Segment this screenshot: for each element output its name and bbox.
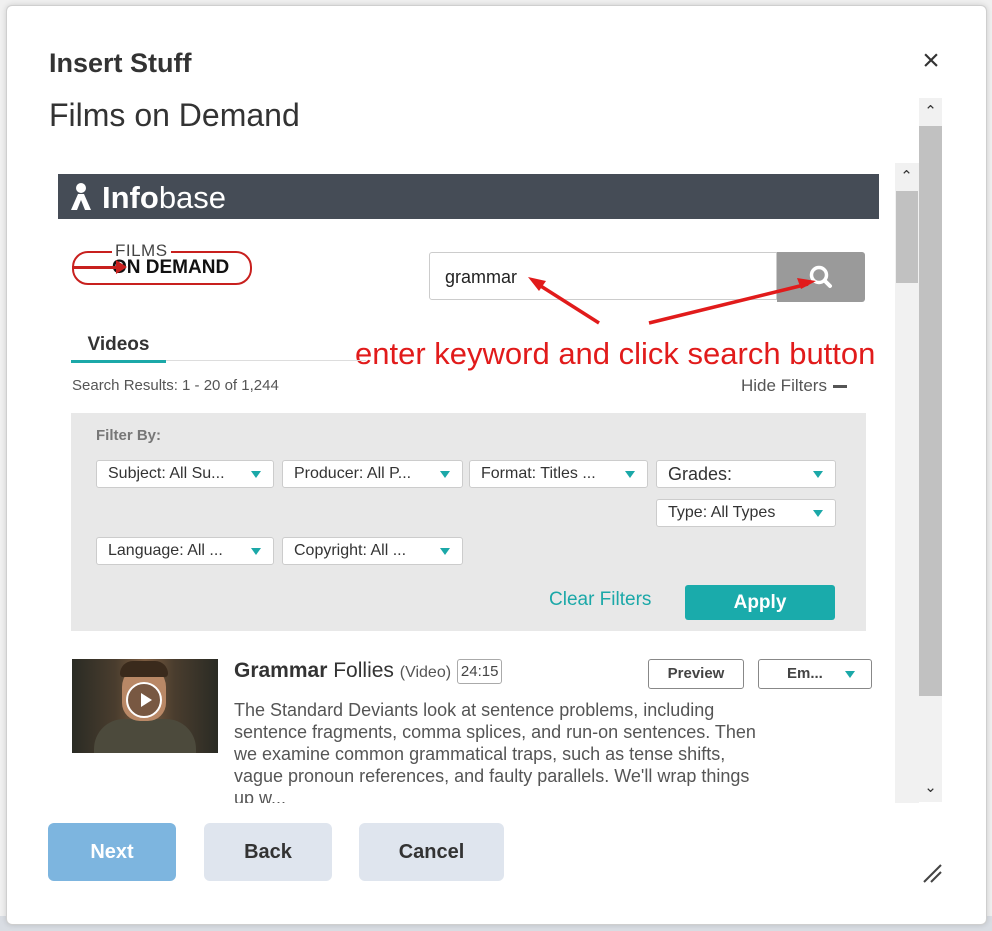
chevron-down-icon: [625, 471, 635, 478]
scroll-down-icon[interactable]: ⌄: [919, 776, 942, 800]
dialog-scrollbar[interactable]: ⌃ ⌄: [919, 98, 942, 802]
filter-panel: Filter By: Subject: All Su... Producer: …: [71, 413, 866, 631]
tab-videos[interactable]: Videos: [71, 334, 166, 363]
chevron-down-icon: [440, 548, 450, 555]
apply-button[interactable]: Apply: [685, 585, 835, 620]
close-button[interactable]: ×: [917, 44, 945, 78]
filter-by-label: Filter By:: [96, 427, 162, 444]
type-filter-select[interactable]: Type: All Types: [656, 499, 836, 527]
annotation-arrows: [528, 277, 816, 325]
chevron-down-icon: [813, 471, 823, 478]
embed-dropdown-button[interactable]: Em...: [758, 659, 872, 689]
embedded-frame: Infobase FILMS ON DEMAND grammar enter k…: [58, 163, 895, 803]
back-button[interactable]: Back: [204, 823, 332, 881]
cancel-button[interactable]: Cancel: [359, 823, 504, 881]
dialog-title: Insert Stuff: [49, 48, 192, 78]
chevron-down-icon: [251, 548, 261, 555]
copyright-filter-select[interactable]: Copyright: All ...: [282, 537, 463, 565]
grades-filter-select[interactable]: Grades:: [656, 460, 836, 488]
frame-scrollbar-thumb[interactable]: [896, 191, 918, 283]
result-title[interactable]: Grammar Follies (Video) 24:15: [234, 659, 503, 684]
producer-filter-select[interactable]: Producer: All P...: [282, 460, 463, 488]
minus-icon: [832, 385, 847, 389]
tab-divider: [166, 360, 366, 361]
chevron-down-icon: [813, 510, 823, 517]
chevron-down-icon: [251, 471, 261, 478]
insert-stuff-dialog: Insert Stuff × Films on Demand ⌃ ⌄ Infob…: [6, 5, 987, 925]
format-filter-select[interactable]: Format: Titles ...: [469, 460, 648, 488]
result-type: (Video): [399, 664, 452, 682]
scroll-up-icon[interactable]: ⌃: [919, 100, 942, 124]
clear-filters-link[interactable]: Clear Filters: [549, 589, 651, 611]
scroll-up-icon[interactable]: ⌃: [895, 165, 918, 189]
chevron-down-icon: [845, 671, 855, 678]
duration-badge: 24:15: [456, 659, 503, 684]
language-filter-select[interactable]: Language: All ...: [96, 537, 274, 565]
next-button[interactable]: Next: [48, 823, 176, 881]
play-icon[interactable]: [126, 682, 162, 718]
resize-handle-icon[interactable]: [921, 862, 943, 884]
result-description: The Standard Deviants look at sentence p…: [234, 700, 756, 803]
chevron-down-icon: [440, 471, 450, 478]
video-thumbnail[interactable]: [72, 659, 218, 753]
preview-button[interactable]: Preview: [648, 659, 744, 689]
annotation-text: enter keyword and click search button: [355, 336, 876, 371]
panel-title: Films on Demand: [49, 97, 300, 133]
frame-scrollbar[interactable]: ⌃: [895, 163, 919, 803]
dialog-scrollbar-thumb[interactable]: [919, 126, 942, 696]
hide-filters-link[interactable]: Hide Filters: [741, 376, 847, 396]
subject-filter-select[interactable]: Subject: All Su...: [96, 460, 274, 488]
results-count: Search Results: 1 - 20 of 1,244: [72, 377, 279, 394]
